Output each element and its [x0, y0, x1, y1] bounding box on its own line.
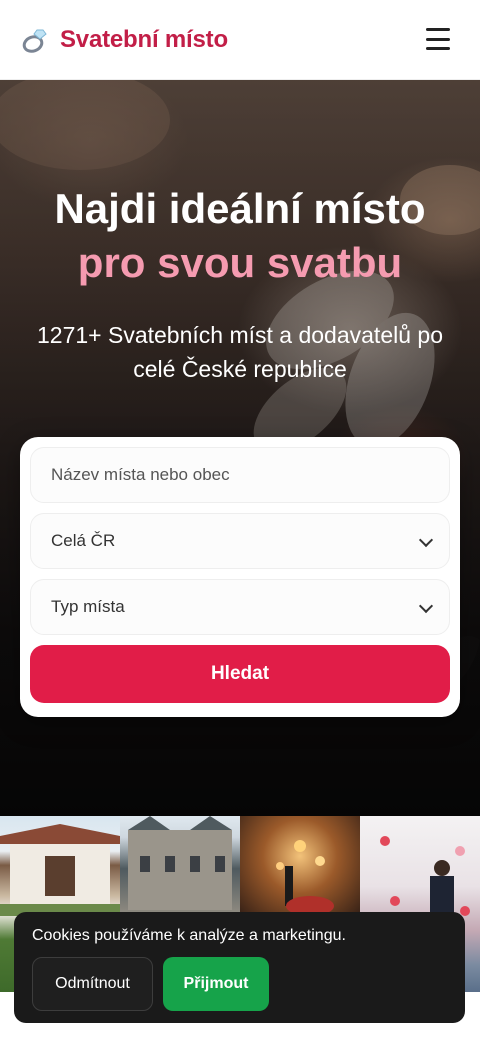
- search-form: Název místa nebo obec Celá ČR Typ místa …: [20, 437, 460, 717]
- hero-subtitle: 1271+ Svatebních míst a dodavatelů po ce…: [37, 322, 443, 382]
- chevron-down-icon: [418, 532, 434, 548]
- hero-title-accent: pro svou svatbu: [77, 239, 403, 286]
- venue-type-select-value: Typ místa: [51, 597, 125, 616]
- chevron-down-icon: [418, 598, 434, 614]
- cookie-banner: Cookies používáme k analýze a marketingu…: [14, 912, 465, 1023]
- venue-type-select[interactable]: Typ místa: [30, 579, 450, 635]
- hero-title: Najdi ideální místo: [54, 185, 426, 232]
- region-select-value: Celá ČR: [51, 531, 116, 550]
- decline-cookies-button[interactable]: Odmítnout: [32, 957, 153, 1011]
- search-button[interactable]: Hledat: [30, 645, 450, 703]
- header: Svatební místo: [0, 0, 480, 80]
- cookie-actions: Odmítnout Přijmout: [32, 957, 269, 1011]
- search-input-placeholder: Název místa nebo obec: [51, 465, 230, 484]
- brand-name[interactable]: Svatební místo: [60, 26, 228, 54]
- hamburger-menu-icon[interactable]: [426, 28, 450, 50]
- cookie-message: Cookies používáme k analýze a marketingu…: [32, 927, 346, 944]
- accept-cookies-button[interactable]: Přijmout: [163, 957, 269, 1011]
- hero-section: Najdi ideální místo pro svou svatbu 1271…: [0, 80, 480, 816]
- region-select[interactable]: Celá ČR: [30, 513, 450, 569]
- search-input[interactable]: Název místa nebo obec: [30, 447, 450, 503]
- ring-icon[interactable]: [20, 25, 50, 55]
